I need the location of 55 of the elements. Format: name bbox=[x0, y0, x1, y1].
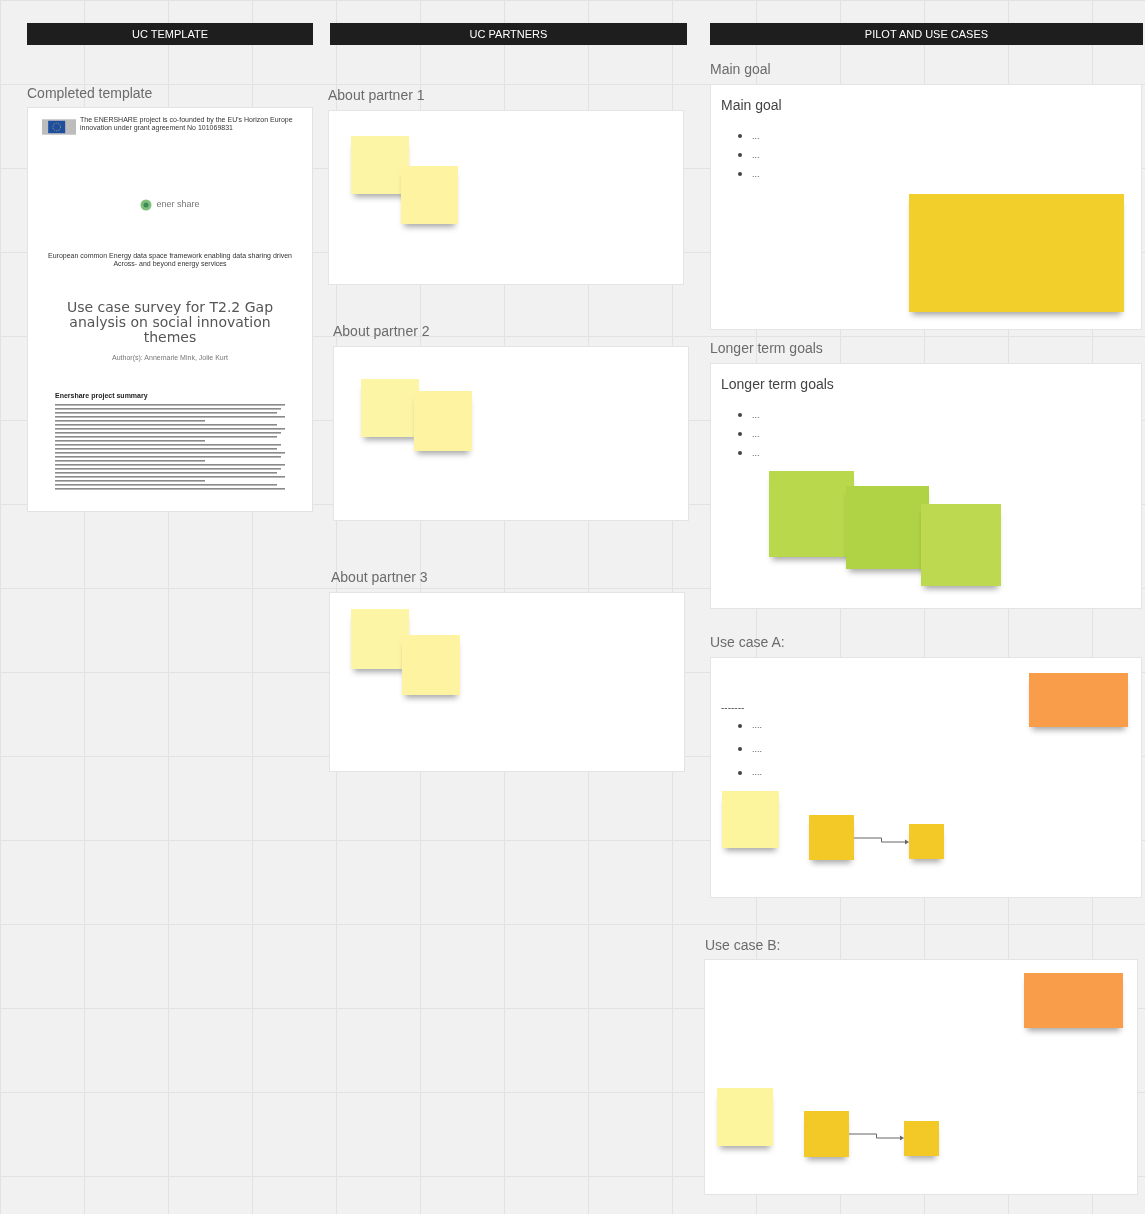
frame-title: Longer term goals bbox=[710, 339, 823, 358]
column-header: UC TEMPLATE bbox=[27, 23, 313, 45]
sticky-note[interactable] bbox=[351, 136, 409, 194]
bullet-icon bbox=[738, 451, 742, 455]
bullet-text: ... bbox=[752, 149, 760, 161]
bullet-icon bbox=[738, 747, 742, 752]
sticky-note[interactable] bbox=[769, 471, 854, 557]
frame-title: Use case A: bbox=[710, 633, 785, 652]
document-title: Use case survey for T2.2 Gap analysis on social innovation themes bbox=[65, 299, 275, 345]
column-header: PILOT AND USE CASES bbox=[710, 23, 1143, 45]
sticky-note[interactable] bbox=[351, 609, 409, 669]
bullet-icon bbox=[738, 432, 742, 436]
logo-text: ener share bbox=[156, 198, 200, 211]
bullet-icon bbox=[738, 153, 742, 157]
sticky-note[interactable] bbox=[809, 815, 854, 860]
bullet-icon bbox=[738, 413, 742, 417]
column-header: UC PARTNERS bbox=[330, 23, 687, 45]
flag-icon bbox=[42, 118, 76, 136]
frame-title: About partner 3 bbox=[331, 568, 428, 587]
bullet-text: ... bbox=[752, 447, 760, 459]
sticky-note[interactable] bbox=[722, 791, 779, 848]
sticky-note[interactable] bbox=[846, 486, 929, 569]
bullet-text: .... bbox=[752, 719, 762, 732]
sticky-note[interactable] bbox=[361, 379, 419, 437]
frame-title: Completed template bbox=[27, 84, 153, 103]
bullet-text: ... bbox=[752, 130, 760, 142]
bullet-text: ... bbox=[752, 428, 760, 440]
frame-title: Use case B: bbox=[705, 936, 781, 955]
bullet-text: .... bbox=[752, 766, 762, 779]
frame-title: About partner 2 bbox=[333, 322, 430, 341]
bullet-icon bbox=[738, 172, 742, 176]
sticky-note[interactable] bbox=[804, 1111, 849, 1157]
leaf-logo-icon bbox=[140, 198, 153, 211]
bullet-text: ... bbox=[752, 409, 760, 421]
frame-heading: Longer term goals bbox=[721, 375, 834, 394]
note-text: ------- bbox=[721, 701, 746, 715]
frame-heading: Main goal bbox=[721, 96, 782, 115]
sticky-note[interactable] bbox=[1029, 673, 1128, 727]
bullet-icon bbox=[738, 134, 742, 138]
frame-title: About partner 1 bbox=[328, 86, 425, 105]
sticky-note[interactable] bbox=[909, 824, 944, 859]
sticky-note[interactable] bbox=[717, 1088, 773, 1146]
sticky-note[interactable] bbox=[921, 504, 1001, 586]
connector-arrow bbox=[849, 1130, 904, 1142]
bullet-icon bbox=[738, 723, 742, 728]
sticky-note[interactable] bbox=[401, 166, 458, 224]
bullet-text: .... bbox=[752, 742, 762, 756]
sticky-note[interactable] bbox=[402, 635, 460, 695]
sticky-note[interactable] bbox=[414, 391, 472, 451]
sticky-note[interactable] bbox=[909, 194, 1124, 312]
bullet-icon bbox=[738, 770, 742, 775]
bullet-text: ... bbox=[752, 168, 760, 180]
frame-title: Main goal bbox=[710, 60, 771, 79]
sticky-note[interactable] bbox=[1024, 973, 1123, 1028]
sticky-note[interactable] bbox=[904, 1121, 939, 1156]
